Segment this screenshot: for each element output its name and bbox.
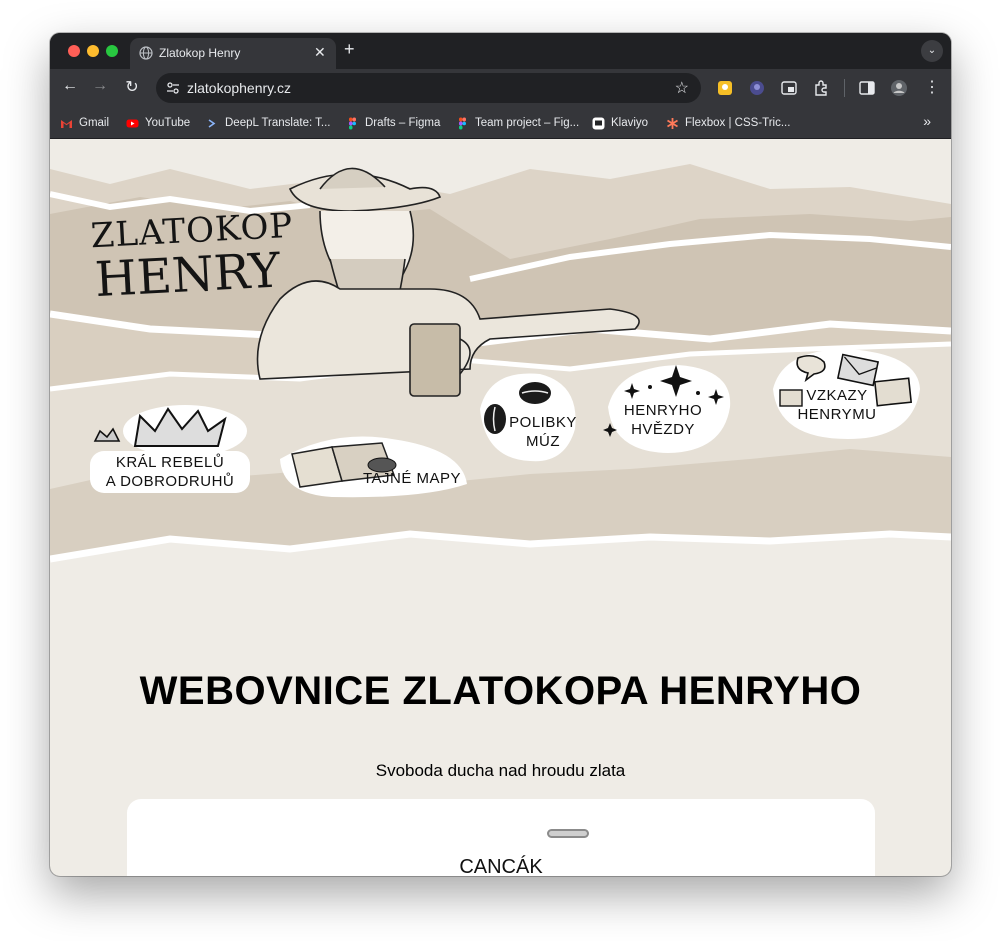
site-logo[interactable]: ZLATOKOP HENRY: [90, 206, 297, 308]
figma-icon: [459, 117, 466, 129]
site-info-icon[interactable]: [166, 81, 180, 95]
bookmark-youtube[interactable]: YouTube: [126, 115, 190, 131]
bookmark-figma-team[interactable]: Team project – Fig...: [456, 115, 579, 131]
logo-line-2: HENRY: [93, 242, 282, 309]
nav-label: TAJNÉ MAPY: [362, 470, 462, 487]
more-bookmarks-icon[interactable]: »: [923, 113, 931, 129]
nav-henryho-hvezdy[interactable]: HENRYHO HVĚZDY: [598, 357, 738, 457]
back-button[interactable]: ←: [60, 77, 80, 95]
cancak-card: CANCÁK: [127, 799, 875, 876]
bookmark-deepl[interactable]: DeepL Translate: T...: [206, 115, 330, 131]
css-tricks-icon: [667, 117, 678, 129]
close-window-button[interactable]: [68, 45, 80, 57]
url-text: zlatokophenry.cz: [187, 80, 292, 96]
nav-polibky-muz[interactable]: POLIBKY MÚZ: [470, 369, 580, 465]
bookmark-star-icon[interactable]: ☆: [675, 78, 689, 98]
map-icon: [280, 436, 467, 498]
browser-toolbar: ← → ↻ zlatokophenry.cz ☆ ⋮: [50, 69, 951, 107]
keep-extension-icon[interactable]: [716, 79, 734, 97]
globe-icon: [139, 46, 153, 60]
profile-avatar-icon[interactable]: [890, 79, 908, 97]
toolbar-divider: [844, 79, 845, 97]
bookmark-klaviyo[interactable]: Klaviyo: [592, 115, 648, 131]
nav-kral-rebelu[interactable]: KRÁL REBELŮ A DOBRODRUHŮ: [90, 401, 250, 501]
tab-search-button[interactable]: ⌄: [921, 40, 943, 62]
nav-tajne-mapy[interactable]: TAJNÉ MAPY: [272, 429, 468, 499]
tab-zlatokop-henry[interactable]: Zlatokop Henry ✕: [130, 38, 336, 69]
maximize-window-button[interactable]: [106, 45, 118, 57]
cancak-title: CANCÁK: [459, 856, 543, 876]
side-panel-icon[interactable]: [858, 79, 876, 97]
page-title: WEBOVNICE ZLATOKOPA HENRYHO: [139, 669, 862, 713]
address-bar[interactable]: zlatokophenry.cz ☆: [156, 73, 701, 103]
minimize-window-button[interactable]: [87, 45, 99, 57]
paperclip-icon: [547, 829, 589, 838]
tab-title: Zlatokop Henry: [159, 46, 241, 60]
youtube-icon: [126, 119, 139, 127]
reload-button[interactable]: ↻: [122, 77, 142, 97]
bookmark-figma-drafts[interactable]: Drafts – Figma: [346, 115, 440, 131]
browser-window: Zlatokop Henry ✕ + ⌄ ← → ↻ zlatokophenry…: [50, 33, 951, 876]
figma-icon: [349, 117, 356, 129]
bookmarks-bar: Gmail YouTube DeepL Translate: T... Draf…: [50, 107, 951, 139]
nav-vzkazy-henrymu[interactable]: VZKAZY HENRYMU: [768, 344, 924, 444]
deepl-icon: [208, 118, 216, 128]
bookmark-gmail[interactable]: Gmail: [60, 115, 109, 131]
klaviyo-icon: [592, 117, 605, 129]
new-tab-button[interactable]: +: [344, 39, 355, 60]
gmail-icon: [61, 119, 72, 128]
bookmark-css-tricks[interactable]: Flexbox | CSS-Tric...: [666, 115, 790, 131]
tagline: Svoboda ducha nad hroudu zlata: [375, 761, 626, 780]
extensions-puzzle-icon[interactable]: [812, 79, 830, 97]
browser-menu-icon[interactable]: ⋮: [922, 77, 942, 97]
forward-button[interactable]: →: [90, 77, 110, 95]
tab-close-icon[interactable]: ✕: [314, 44, 326, 61]
extension-avatar-icon[interactable]: [748, 79, 766, 97]
tab-strip: Zlatokop Henry ✕ + ⌄: [50, 33, 951, 69]
picture-in-picture-icon[interactable]: [780, 79, 798, 97]
web-page: ZLATOKOP HENRY KRÁL REBELŮ A DOBRODRUHŮ: [50, 139, 951, 876]
